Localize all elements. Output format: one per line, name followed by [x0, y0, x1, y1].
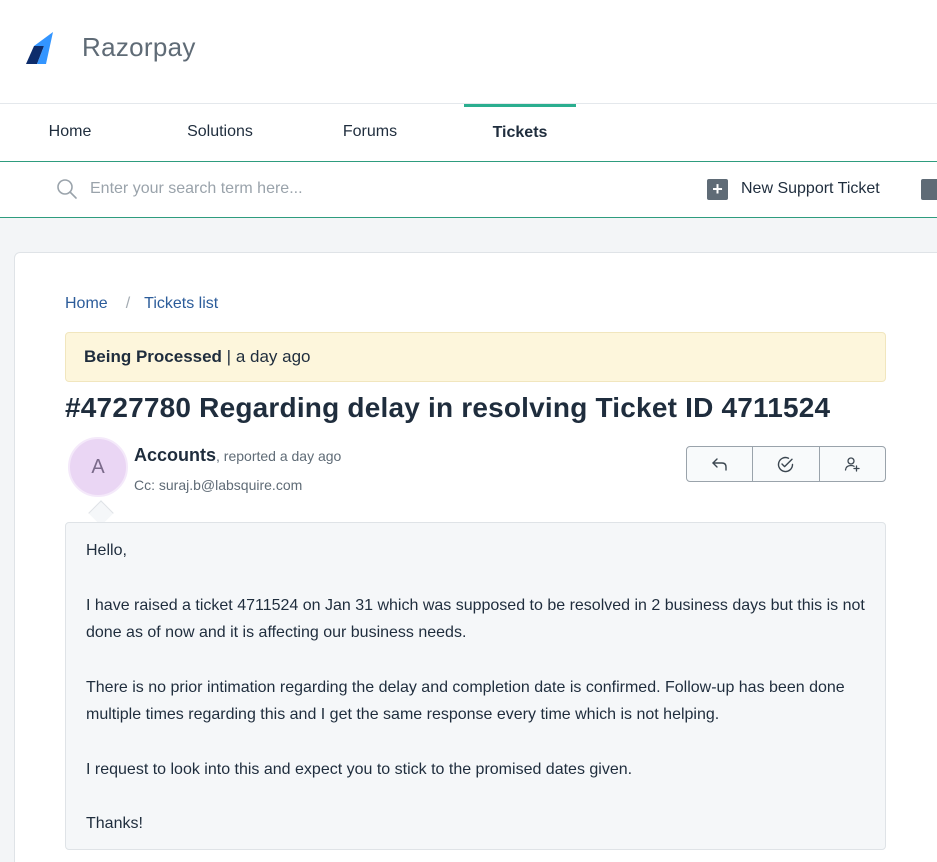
breadcrumb-home-link[interactable]: Home: [65, 295, 108, 313]
check-circle-icon: [778, 456, 794, 472]
avatar: A: [68, 437, 128, 497]
message-paragraph: Thanks!: [86, 815, 143, 832]
search-icon: [57, 179, 77, 199]
plus-square-icon: +: [707, 178, 728, 200]
message-body: Hello, I have raised a ticket 4711524 on…: [65, 522, 886, 850]
main-nav: Home Solutions Forums Tickets: [0, 104, 937, 162]
reported-time: , reported a day ago: [216, 448, 342, 464]
message-paragraph: I request to look into this and expect y…: [86, 760, 633, 778]
breadcrumb-separator: /: [125, 295, 131, 312]
message-paragraph: I have raised a ticket 4711524 on Jan 31…: [86, 596, 865, 642]
nav-solutions[interactable]: Solutions: [165, 104, 275, 162]
ticket-title: #4727780 Regarding delay in resolving Ti…: [65, 392, 831, 423]
brand-name[interactable]: Razorpay: [82, 32, 196, 63]
ticket-status: Being Processed: [84, 347, 222, 366]
razorpay-logo-icon[interactable]: [24, 32, 54, 64]
search-bar: + New Support Ticket: [0, 162, 937, 218]
status-separator: |: [221, 347, 236, 366]
assign-button[interactable]: [820, 447, 885, 481]
nav-forums[interactable]: Forums: [320, 104, 420, 162]
ticket-status-banner: Being Processed | a day ago: [65, 332, 886, 382]
breadcrumb: Home / Tickets list: [65, 295, 218, 313]
reporter-name: Accounts: [134, 445, 217, 465]
resolve-button[interactable]: [753, 447, 820, 481]
add-user-icon: [845, 457, 860, 472]
activity-icon[interactable]: [921, 179, 937, 200]
ticket-actions: [686, 446, 886, 482]
message-paragraph: Hello,: [86, 542, 127, 559]
new-support-ticket-label: New Support Ticket: [741, 180, 880, 197]
reporter-line: Accounts, reported a day ago: [134, 445, 341, 466]
nav-home[interactable]: Home: [20, 104, 120, 162]
cc-email: Cc: suraj.b@labsquire.com: [134, 477, 303, 493]
nav-tickets[interactable]: Tickets: [464, 104, 576, 162]
message-paragraph: There is no prior intimation regarding t…: [86, 678, 845, 724]
breadcrumb-tickets-list-link[interactable]: Tickets list: [144, 295, 218, 313]
header: Razorpay: [0, 0, 937, 104]
status-time: a day ago: [235, 347, 311, 366]
new-support-ticket-button[interactable]: + New Support Ticket: [707, 176, 880, 202]
reply-button[interactable]: [687, 447, 754, 481]
reply-icon: [711, 458, 727, 471]
search-input[interactable]: [90, 174, 470, 204]
